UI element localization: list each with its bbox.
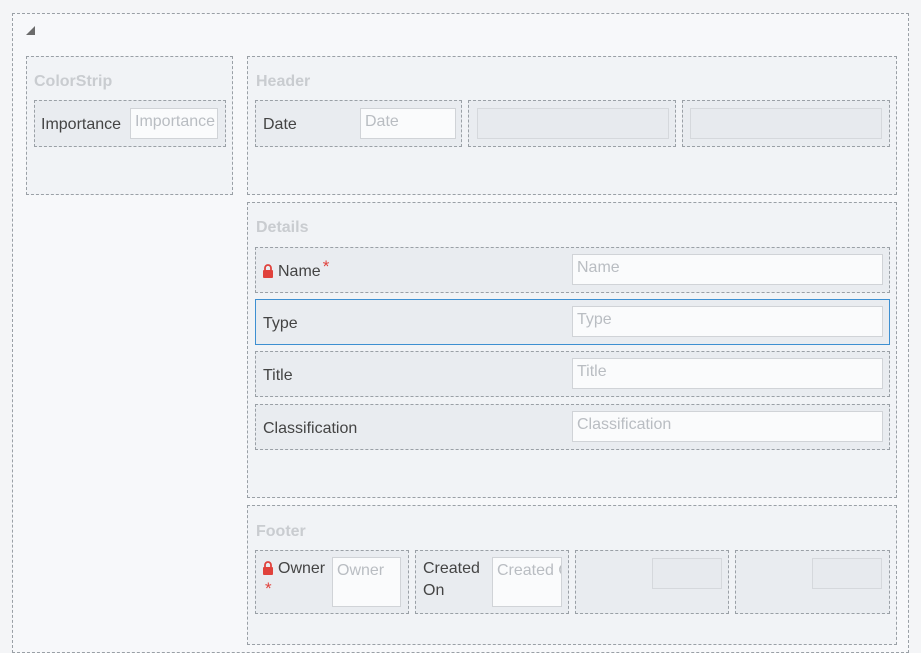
header-empty-field-1[interactable] bbox=[477, 108, 669, 139]
title-input[interactable]: Title bbox=[572, 358, 883, 389]
footer-empty-cell-2[interactable] bbox=[735, 550, 890, 614]
name-label-group: Name * bbox=[262, 257, 329, 281]
classification-input[interactable]: Classification bbox=[572, 411, 883, 442]
footer-title: Footer bbox=[256, 523, 306, 540]
owner-label: Owner bbox=[278, 560, 326, 577]
date-input[interactable]: Date bbox=[360, 108, 456, 139]
details-title: Details bbox=[256, 219, 309, 236]
lock-icon bbox=[263, 561, 273, 575]
created-on-label-line1: Created bbox=[423, 560, 480, 577]
header-title: Header bbox=[256, 73, 311, 90]
owner-label-group: Owner bbox=[262, 560, 325, 578]
owner-input[interactable]: Owner bbox=[332, 557, 401, 607]
owner-cell[interactable]: Owner * Owner bbox=[255, 550, 409, 614]
type-field-row[interactable]: Type Type bbox=[255, 299, 890, 345]
header-empty-cell-1[interactable] bbox=[468, 100, 676, 147]
collapse-triangle-icon[interactable] bbox=[26, 26, 35, 35]
name-label: Name bbox=[278, 263, 321, 280]
importance-label: Importance bbox=[41, 116, 122, 133]
owner-required-marker: * bbox=[265, 579, 272, 598]
footer-empty-cell-1[interactable] bbox=[575, 550, 729, 614]
required-marker: * bbox=[322, 257, 330, 276]
lock-icon bbox=[263, 264, 273, 278]
date-cell[interactable]: Date Date bbox=[255, 100, 462, 147]
name-field-row[interactable]: Name * Name bbox=[255, 247, 890, 293]
importance-input[interactable]: Importance bbox=[130, 108, 218, 139]
footer-empty-field-2[interactable] bbox=[812, 558, 882, 589]
header-empty-cell-2[interactable] bbox=[682, 100, 890, 147]
created-on-cell[interactable]: Created On Created On bbox=[415, 550, 569, 614]
date-label: Date bbox=[263, 116, 297, 133]
created-on-label-line2: On bbox=[423, 582, 445, 599]
type-label: Type bbox=[263, 315, 298, 332]
colorstrip-title: ColorStrip bbox=[34, 73, 113, 90]
name-input[interactable]: Name bbox=[572, 254, 883, 285]
classification-field-row[interactable]: Classification Classification bbox=[255, 404, 890, 450]
footer-empty-field-1[interactable] bbox=[652, 558, 722, 589]
type-input[interactable]: Type bbox=[572, 306, 883, 337]
importance-cell[interactable]: Importance Importance bbox=[34, 100, 226, 147]
title-label: Title bbox=[263, 367, 293, 384]
created-on-input[interactable]: Created On bbox=[492, 557, 562, 607]
classification-label: Classification bbox=[263, 420, 358, 437]
title-field-row[interactable]: Title Title bbox=[255, 351, 890, 397]
header-empty-field-2[interactable] bbox=[690, 108, 882, 139]
